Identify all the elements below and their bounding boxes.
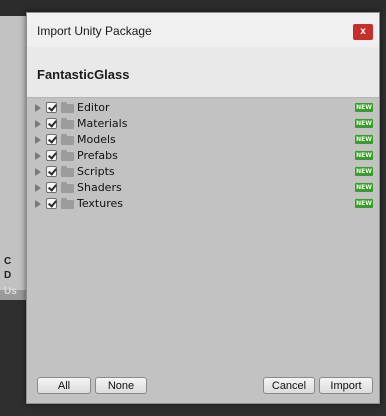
foldout-arrow-icon[interactable] bbox=[35, 184, 41, 192]
folder-icon bbox=[61, 182, 74, 193]
cancel-button[interactable]: Cancel bbox=[263, 377, 315, 394]
tree-item-label: Scripts bbox=[77, 165, 115, 178]
editor-right-panel bbox=[380, 16, 386, 416]
include-checkbox[interactable] bbox=[46, 166, 57, 177]
foldout-arrow-icon[interactable] bbox=[35, 104, 41, 112]
tree-item-label: Prefabs bbox=[77, 149, 118, 162]
new-badge: NEW bbox=[355, 167, 373, 176]
tree-item-models[interactable]: Models NEW bbox=[35, 133, 373, 148]
tree-item-label: Shaders bbox=[77, 181, 122, 194]
new-badge: NEW bbox=[355, 135, 373, 144]
folder-icon bbox=[61, 102, 74, 113]
foldout-arrow-icon[interactable] bbox=[35, 200, 41, 208]
package-header: FantasticGlass bbox=[27, 47, 379, 98]
foldout-arrow-icon[interactable] bbox=[35, 136, 41, 144]
editor-left-dark-panel bbox=[0, 300, 26, 416]
tree-item-editor[interactable]: Editor NEW bbox=[35, 101, 373, 116]
tree-item-materials[interactable]: Materials NEW bbox=[35, 117, 373, 132]
folder-icon bbox=[61, 118, 74, 129]
foldout-arrow-icon[interactable] bbox=[35, 152, 41, 160]
package-name: FantasticGlass bbox=[37, 67, 130, 82]
select-none-button[interactable]: None bbox=[95, 377, 147, 394]
new-badge: NEW bbox=[355, 103, 373, 112]
editor-fragment-label: C bbox=[4, 256, 12, 267]
select-all-button[interactable]: All bbox=[37, 377, 91, 394]
import-button[interactable]: Import bbox=[319, 377, 373, 394]
package-tree: Editor NEW Materials NEW Models NEW Pref… bbox=[27, 98, 379, 350]
folder-icon bbox=[61, 198, 74, 209]
dialog-title: Import Unity Package bbox=[37, 24, 152, 38]
editor-fragment-label: Us bbox=[4, 286, 17, 297]
folder-icon bbox=[61, 134, 74, 145]
tree-item-prefabs[interactable]: Prefabs NEW bbox=[35, 149, 373, 164]
tree-item-label: Materials bbox=[77, 117, 128, 130]
foldout-arrow-icon[interactable] bbox=[35, 168, 41, 176]
include-checkbox[interactable] bbox=[46, 118, 57, 129]
folder-icon bbox=[61, 166, 74, 177]
new-badge: NEW bbox=[355, 183, 373, 192]
folder-icon bbox=[61, 150, 74, 161]
dialog-titlebar[interactable]: Import Unity Package x bbox=[27, 13, 379, 47]
tree-item-label: Models bbox=[77, 133, 116, 146]
tree-item-label: Textures bbox=[77, 197, 123, 210]
tree-item-shaders[interactable]: Shaders NEW bbox=[35, 181, 373, 196]
tree-item-label: Editor bbox=[77, 101, 110, 114]
include-checkbox[interactable] bbox=[46, 134, 57, 145]
new-badge: NEW bbox=[355, 119, 373, 128]
include-checkbox[interactable] bbox=[46, 102, 57, 113]
editor-bottom-panel bbox=[0, 402, 386, 416]
editor-fragment-label: D bbox=[4, 270, 12, 281]
tree-item-textures[interactable]: Textures NEW bbox=[35, 197, 373, 212]
dialog-footer: All None Cancel Import bbox=[27, 371, 379, 403]
include-checkbox[interactable] bbox=[46, 182, 57, 193]
close-button[interactable]: x bbox=[353, 24, 373, 40]
import-package-dialog: Import Unity Package x FantasticGlass Ed… bbox=[26, 12, 380, 404]
include-checkbox[interactable] bbox=[46, 150, 57, 161]
new-badge: NEW bbox=[355, 199, 373, 208]
foldout-arrow-icon[interactable] bbox=[35, 120, 41, 128]
new-badge: NEW bbox=[355, 151, 373, 160]
unity-editor-screen: C D Us Import Unity Package x FantasticG… bbox=[0, 0, 386, 416]
tree-item-scripts[interactable]: Scripts NEW bbox=[35, 165, 373, 180]
include-checkbox[interactable] bbox=[46, 198, 57, 209]
